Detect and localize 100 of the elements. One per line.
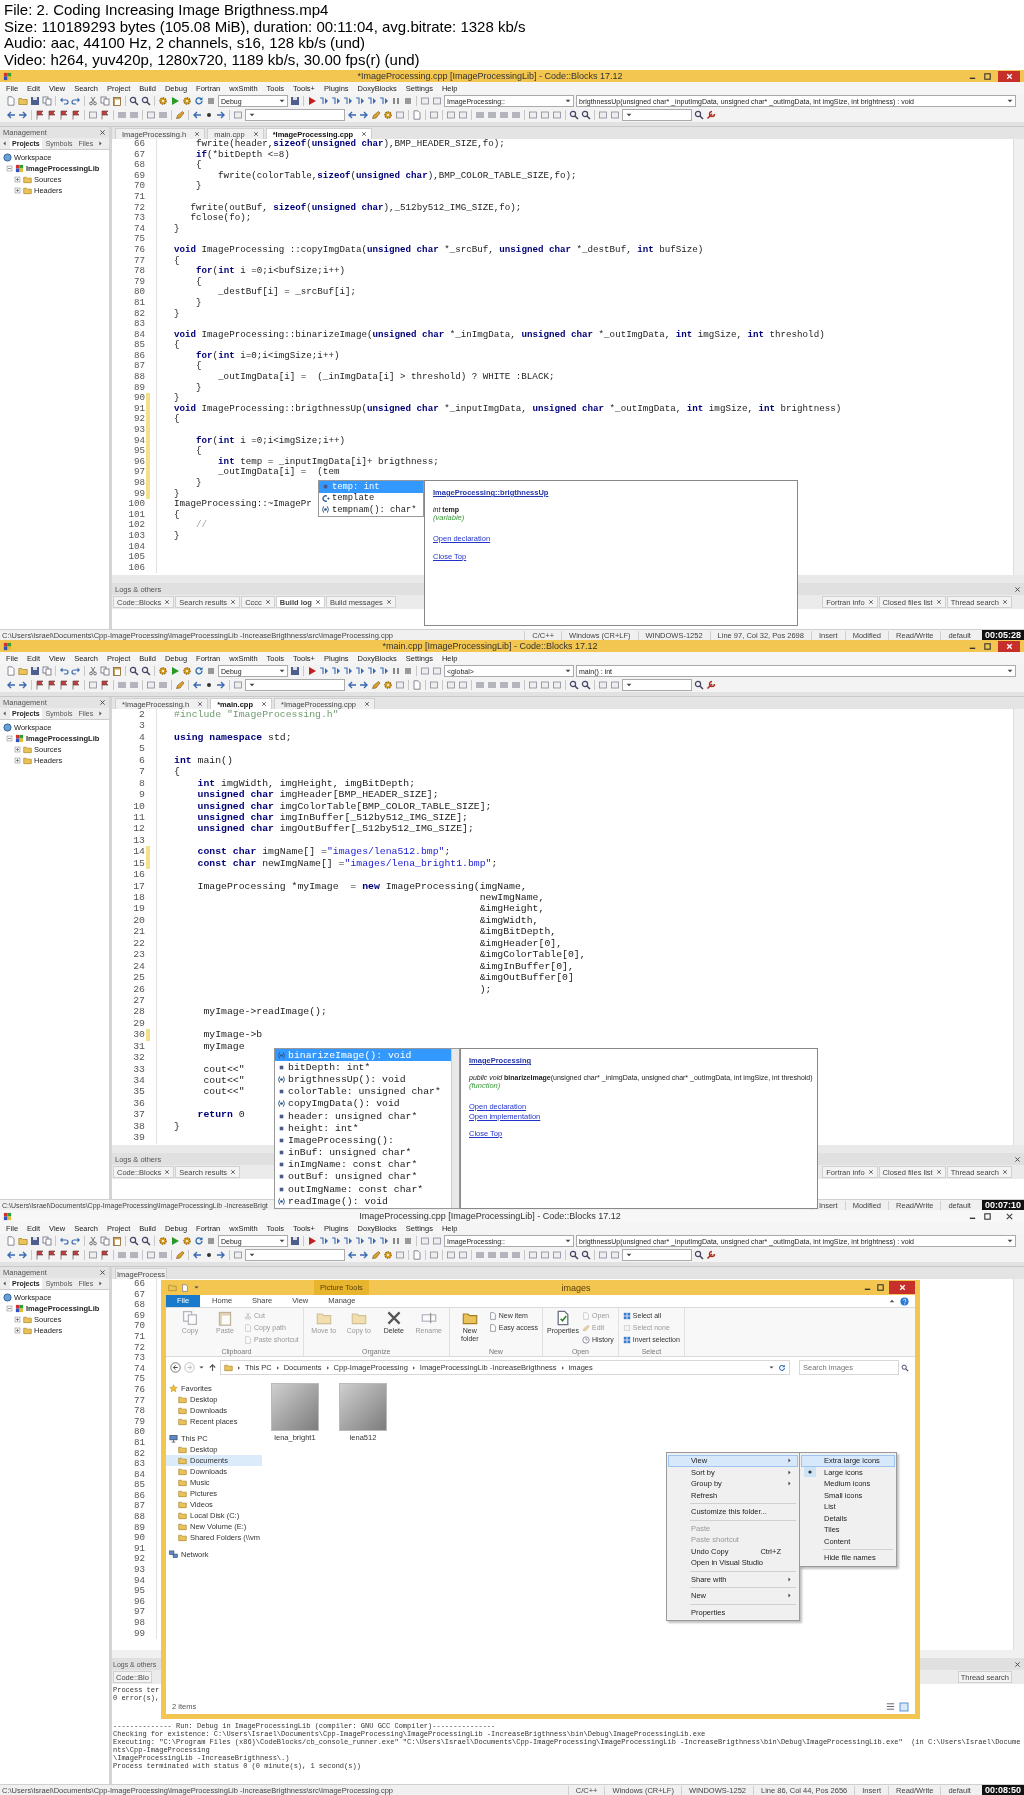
pencil-icon[interactable] xyxy=(371,110,381,120)
square-icon[interactable] xyxy=(552,680,562,690)
close-icon[interactable] xyxy=(164,599,171,605)
expand-icon[interactable] xyxy=(14,746,21,753)
close-icon[interactable] xyxy=(99,699,106,706)
square-icon[interactable] xyxy=(458,1250,468,1260)
square-icon[interactable] xyxy=(395,1250,405,1260)
caret-right-icon[interactable] xyxy=(97,140,105,147)
square-icon[interactable] xyxy=(598,1250,608,1260)
square-icon[interactable] xyxy=(598,110,608,120)
close-button[interactable] xyxy=(998,640,1020,652)
square-icon[interactable] xyxy=(528,1250,538,1260)
search-icon[interactable] xyxy=(581,680,591,690)
pause-icon[interactable] xyxy=(391,666,401,676)
gear-icon[interactable] xyxy=(182,666,192,676)
search-icon[interactable] xyxy=(141,666,151,676)
square-icon[interactable] xyxy=(420,666,430,676)
gear-icon[interactable] xyxy=(383,680,393,690)
step-arrow-icon[interactable] xyxy=(355,1236,365,1246)
wrench-icon[interactable] xyxy=(706,680,716,690)
pencil-icon[interactable] xyxy=(371,680,381,690)
square-icon[interactable] xyxy=(420,96,430,106)
pages-icon[interactable] xyxy=(42,96,52,106)
search-icon[interactable] xyxy=(129,96,139,106)
close-button[interactable] xyxy=(889,1281,915,1294)
pages-icon[interactable] xyxy=(42,666,52,676)
caret-down-icon[interactable] xyxy=(768,1364,775,1371)
scissors-icon[interactable] xyxy=(88,96,98,106)
page-icon[interactable] xyxy=(412,680,422,690)
dot-icon[interactable] xyxy=(204,680,214,690)
up-arrow-icon[interactable] xyxy=(208,1363,217,1372)
square-icon[interactable] xyxy=(540,1250,550,1260)
refresh-icon[interactable] xyxy=(194,96,204,106)
search-icon[interactable] xyxy=(141,96,151,106)
square-icon[interactable] xyxy=(233,1250,243,1260)
step-arrow-icon[interactable] xyxy=(379,666,389,676)
close-icon[interactable] xyxy=(197,701,204,707)
left-arrow-icon[interactable] xyxy=(6,110,16,120)
close-icon[interactable] xyxy=(260,701,267,707)
play-icon[interactable] xyxy=(170,1236,180,1246)
close-icon[interactable] xyxy=(264,599,271,605)
caret-left-icon[interactable] xyxy=(1,710,8,717)
autocomplete-item[interactable]: outBuf: unsigned char* xyxy=(275,1170,451,1184)
step-arrow-icon[interactable] xyxy=(379,96,389,106)
square-icon[interactable] xyxy=(610,680,620,690)
large-icons-view-icon[interactable] xyxy=(899,1701,909,1712)
caret-right-icon[interactable] xyxy=(97,1280,105,1287)
right-arrow-icon[interactable] xyxy=(216,110,226,120)
back-icon[interactable] xyxy=(170,1362,181,1373)
close-icon[interactable] xyxy=(314,599,321,605)
scrollbar[interactable] xyxy=(1013,709,1024,1145)
right-arrow-icon[interactable] xyxy=(216,680,226,690)
left-arrow-icon[interactable] xyxy=(347,680,357,690)
refresh-icon[interactable] xyxy=(194,1236,204,1246)
folder-icon[interactable] xyxy=(18,666,28,676)
pencil-icon[interactable] xyxy=(175,680,185,690)
pages-icon[interactable] xyxy=(100,96,110,106)
step-arrow-icon[interactable] xyxy=(367,96,377,106)
close-icon[interactable] xyxy=(935,1169,942,1175)
close-icon[interactable] xyxy=(1014,1660,1021,1668)
search-icon[interactable] xyxy=(569,680,579,690)
gear-icon[interactable] xyxy=(158,1236,168,1246)
right-arrow-icon[interactable] xyxy=(18,110,28,120)
square-icon[interactable] xyxy=(420,1236,430,1246)
step-arrow-icon[interactable] xyxy=(367,666,377,676)
autocomplete-item[interactable]: ImageProcessing(): xyxy=(275,1134,451,1147)
wrench-icon[interactable] xyxy=(706,110,716,120)
search-icon[interactable] xyxy=(694,1250,704,1260)
flag-icon[interactable] xyxy=(100,680,110,690)
wrench-icon[interactable] xyxy=(706,1250,716,1260)
close-icon[interactable] xyxy=(99,129,106,136)
autocomplete-item[interactable]: outImgName: const char* xyxy=(275,1183,451,1196)
square-icon[interactable] xyxy=(446,110,456,120)
page-icon[interactable] xyxy=(412,1250,422,1260)
square-icon[interactable] xyxy=(458,680,468,690)
flag-icon[interactable] xyxy=(100,110,110,120)
square-icon[interactable] xyxy=(540,110,550,120)
pause-icon[interactable] xyxy=(391,1236,401,1246)
square-icon[interactable] xyxy=(395,680,405,690)
collapse-icon[interactable] xyxy=(6,1305,13,1312)
pause-icon[interactable] xyxy=(391,96,401,106)
step-arrow-icon[interactable] xyxy=(379,1236,389,1246)
search-icon[interactable] xyxy=(569,110,579,120)
flag-icon[interactable] xyxy=(100,1250,110,1260)
pencil-icon[interactable] xyxy=(175,110,185,120)
right-arrow-icon[interactable] xyxy=(18,680,28,690)
scissors-icon[interactable] xyxy=(88,666,98,676)
close-icon[interactable] xyxy=(364,701,370,707)
step-arrow-icon[interactable] xyxy=(319,666,329,676)
clipboard-icon[interactable] xyxy=(112,96,122,106)
page-icon[interactable] xyxy=(6,96,16,106)
close-icon[interactable] xyxy=(385,599,392,605)
search-icon[interactable] xyxy=(129,1236,139,1246)
play-icon[interactable] xyxy=(307,1236,317,1246)
caret-right-icon[interactable] xyxy=(97,710,105,717)
square-icon[interactable] xyxy=(552,110,562,120)
square-icon[interactable] xyxy=(432,96,442,106)
autocomplete-item[interactable]: inBuf: unsigned char* xyxy=(275,1146,451,1159)
close-icon[interactable] xyxy=(1014,1155,1021,1163)
autocomplete-item[interactable]: header: unsigned char* xyxy=(275,1109,451,1123)
